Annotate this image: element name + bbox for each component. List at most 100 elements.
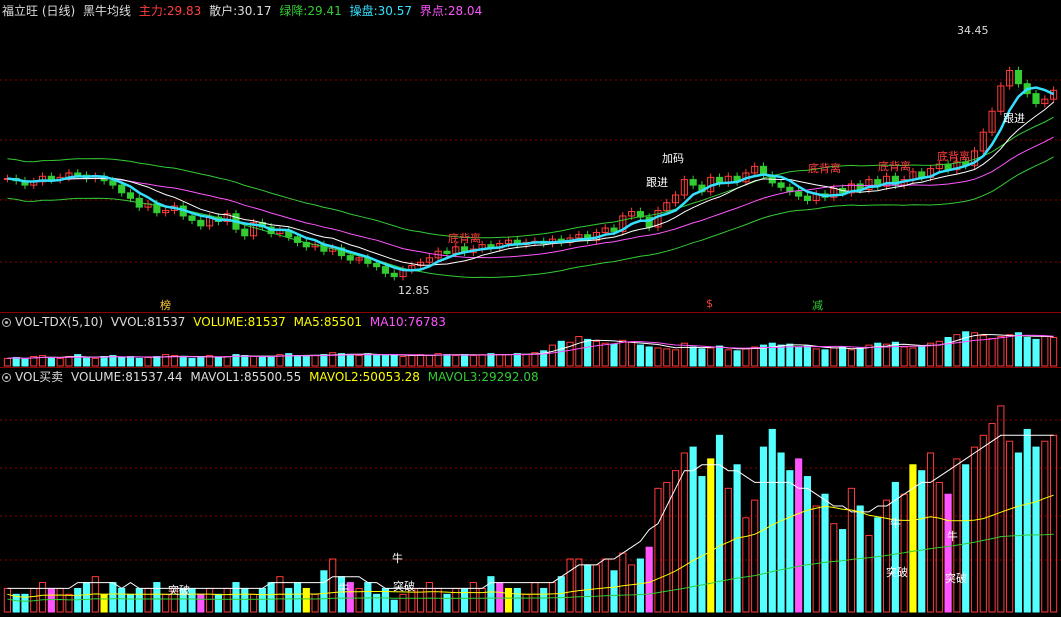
volume-bar	[557, 340, 565, 367]
volume-bar	[909, 347, 917, 367]
volume-bar	[390, 354, 398, 367]
volume-bar	[144, 356, 152, 367]
volume-bs-bar	[1023, 428, 1031, 613]
volume-bar	[443, 354, 451, 367]
volume-bs-bar	[707, 458, 715, 613]
volume-bar	[267, 356, 275, 367]
vvol-label: VVOL:	[110, 315, 148, 329]
mavol1-value: 85500.55	[243, 370, 302, 384]
volume-bar	[548, 344, 557, 367]
volume-bs-bar	[962, 464, 970, 613]
volume-bs-bar	[109, 582, 117, 613]
candle-body	[610, 227, 618, 232]
ma20-line	[7, 136, 1054, 259]
candle-body	[689, 179, 697, 186]
volume-bs-bar	[153, 582, 161, 613]
volume-bar	[997, 336, 1005, 367]
volume-bar	[777, 344, 785, 367]
candle-body	[197, 219, 205, 227]
vol-bs-header: VOL买卖 VOLUME:81537.44 MAVOL1:85500.55 MA…	[2, 369, 543, 385]
main-force-value: 29.83	[166, 4, 202, 18]
bull-label: 牛	[947, 530, 958, 543]
volume-bar	[3, 357, 11, 367]
volume-bar	[1014, 332, 1023, 367]
price-moving-averages	[7, 86, 1055, 279]
breakout-label: 突破	[393, 580, 415, 593]
volume-bar	[496, 354, 504, 367]
volume-bar	[82, 356, 91, 367]
bs-volume-value: 81537.44	[125, 370, 183, 384]
retail-label: 散户:	[209, 4, 238, 18]
volume-bar	[636, 344, 644, 367]
volume-bar	[689, 346, 697, 367]
volume-bs-bar	[373, 593, 381, 613]
volume-bar	[839, 346, 847, 367]
volume-bar	[56, 357, 64, 367]
volume-bs-bar	[249, 593, 258, 613]
candle-body	[381, 266, 390, 274]
mavol1-label: MAVOL1:	[190, 370, 244, 384]
gear-icon[interactable]	[2, 373, 11, 382]
volume-bar	[100, 356, 108, 367]
low-price-label: 12.85	[398, 284, 430, 297]
vol-tdx-label[interactable]: VOL-TDX(5,10)	[15, 315, 103, 329]
volume-bs-bar	[285, 587, 293, 613]
volume-bar	[381, 355, 390, 367]
volume-bs-bar	[970, 446, 979, 613]
volume-bs-bar	[443, 593, 451, 613]
volume-bs-bar	[100, 593, 108, 613]
volume-bs-bar	[487, 576, 495, 613]
follow-label: 跟进	[646, 176, 668, 189]
volume-bar	[742, 348, 750, 367]
volume-bar	[856, 347, 864, 367]
volume-bar	[302, 356, 310, 367]
volume-bs-bar	[1050, 434, 1058, 613]
volume-bs-bar	[1032, 446, 1040, 613]
volume-bs-bar	[619, 552, 627, 613]
vol-bs-label[interactable]: VOL买卖	[15, 370, 63, 384]
volume-bar	[1023, 337, 1031, 367]
volume-bar	[786, 343, 794, 367]
indicator-name[interactable]: 黑牛均线	[83, 4, 131, 18]
gear-icon[interactable]	[2, 318, 11, 327]
volume-bar	[944, 337, 952, 367]
volume-bs-bar	[724, 487, 732, 613]
volume-bs-bar	[715, 434, 724, 613]
candle-body	[47, 175, 55, 181]
candle-body	[188, 215, 196, 221]
volume-bs-bar	[926, 452, 935, 613]
volume-bar	[249, 356, 258, 367]
volume-bar	[1041, 336, 1049, 367]
volume-bs-bar	[944, 493, 952, 613]
volume-bar	[900, 346, 908, 367]
breakout-label: 突破	[886, 566, 908, 579]
volume-bar	[408, 355, 416, 367]
volume-bar	[1006, 334, 1014, 367]
price-panel-header: 福立旺 (日线) 黑牛均线 主力:29.83 散户:30.17 绿降:29.41…	[2, 3, 486, 19]
volume-bs-bars	[3, 405, 1058, 613]
volume-bs-bar	[329, 558, 337, 613]
stock-title[interactable]: 福立旺 (日线)	[2, 4, 75, 18]
ma5-value: 85501	[323, 315, 363, 329]
breakout-label: 突破	[168, 584, 190, 597]
volume-bar	[417, 354, 425, 367]
volume-bs-bar	[320, 570, 328, 613]
divergence-label: 底背离	[937, 150, 970, 163]
volume-bar	[970, 332, 979, 367]
candle-body	[74, 172, 82, 176]
volume-bs-bar	[47, 587, 55, 613]
volume-bs-bar	[302, 587, 310, 613]
volume-bar	[179, 356, 187, 367]
divergence-label: 底背离	[808, 162, 841, 175]
volume-bar	[918, 345, 926, 367]
volume-bs-bar	[584, 564, 592, 613]
volume-bs-bar	[293, 582, 302, 613]
volume-bar	[293, 355, 302, 367]
volume-bs-bar	[566, 558, 574, 613]
volume-bar	[373, 354, 381, 367]
mavol2-value: 50053.28	[362, 370, 420, 384]
candle-body	[1032, 93, 1040, 105]
volume-bar	[610, 343, 618, 367]
volume-bs-bar	[223, 587, 231, 613]
volume-bar	[21, 358, 29, 367]
